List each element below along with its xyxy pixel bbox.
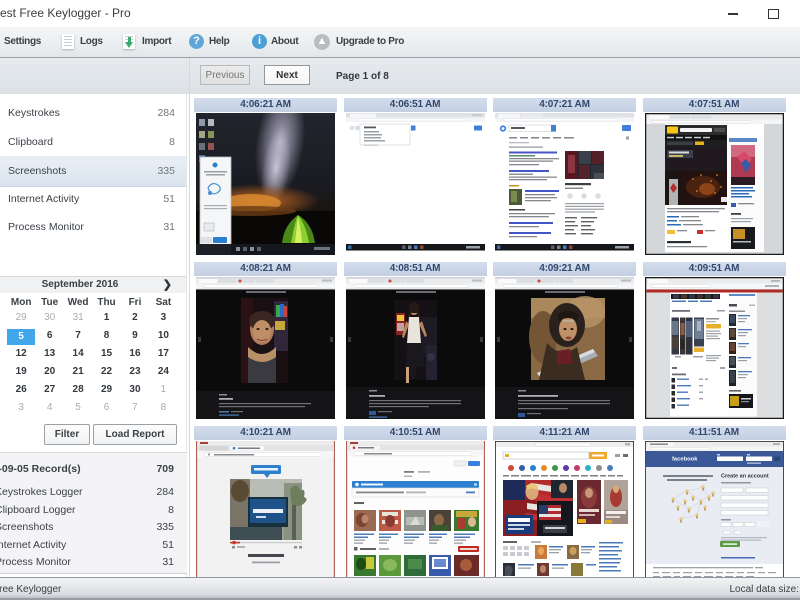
svg-text:Create an account: Create an account [721,474,769,480]
svg-text:facebook: facebook [672,457,698,463]
